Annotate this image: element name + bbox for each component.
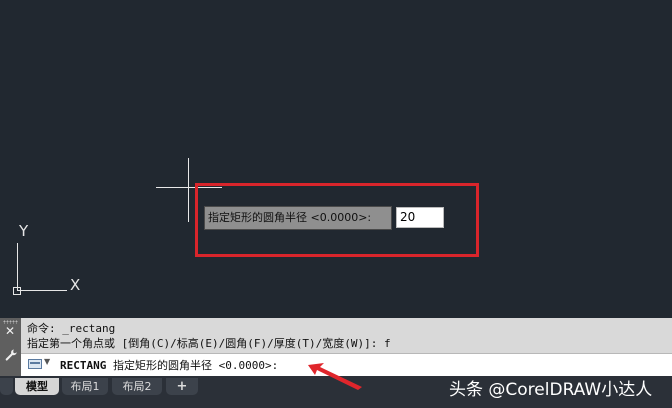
command-prompt-text: 指定矩形的圆角半径 <0.0000>: [106, 359, 279, 372]
crosshair-cursor-vertical [188, 158, 189, 222]
tab-model[interactable]: 模型 [15, 378, 59, 395]
dynamic-input-prompt: 指定矩形的圆角半径 <0.0000>: [204, 206, 392, 230]
command-name: RECTANG [60, 359, 107, 372]
command-history-line: 指定第一个角点或 [倒角(C)/标高(E)/圆角(F)/厚度(T)/宽度(W)]… [27, 337, 391, 350]
close-icon[interactable]: ✕ [5, 325, 15, 337]
add-layout-button[interactable]: + [166, 378, 198, 395]
red-arrow-annotation [308, 363, 362, 390]
ucs-x-label: X [70, 276, 81, 294]
ucs-origin-icon [13, 287, 21, 295]
drawing-canvas[interactable] [0, 0, 672, 318]
ucs-y-label: Y [19, 222, 29, 240]
command-input-icon[interactable] [28, 359, 42, 369]
tab-layout1[interactable]: 布局1 [62, 378, 108, 395]
chevron-down-icon[interactable]: ▼ [44, 357, 50, 366]
command-history-line: 命令: _rectang [27, 322, 116, 335]
watermark-text: 头条 @CorelDRAW小达人 [449, 380, 653, 400]
dynamic-input-field[interactable]: 20 [396, 207, 444, 228]
command-current-prompt: RECTANG 指定矩形的圆角半径 <0.0000>: [60, 357, 278, 373]
ucs-x-axis [17, 290, 67, 291]
tab-scroll-stub[interactable] [0, 378, 13, 395]
ucs-y-axis [17, 243, 18, 291]
wrench-icon[interactable] [4, 348, 18, 362]
tab-layout2[interactable]: 布局2 [112, 378, 162, 395]
